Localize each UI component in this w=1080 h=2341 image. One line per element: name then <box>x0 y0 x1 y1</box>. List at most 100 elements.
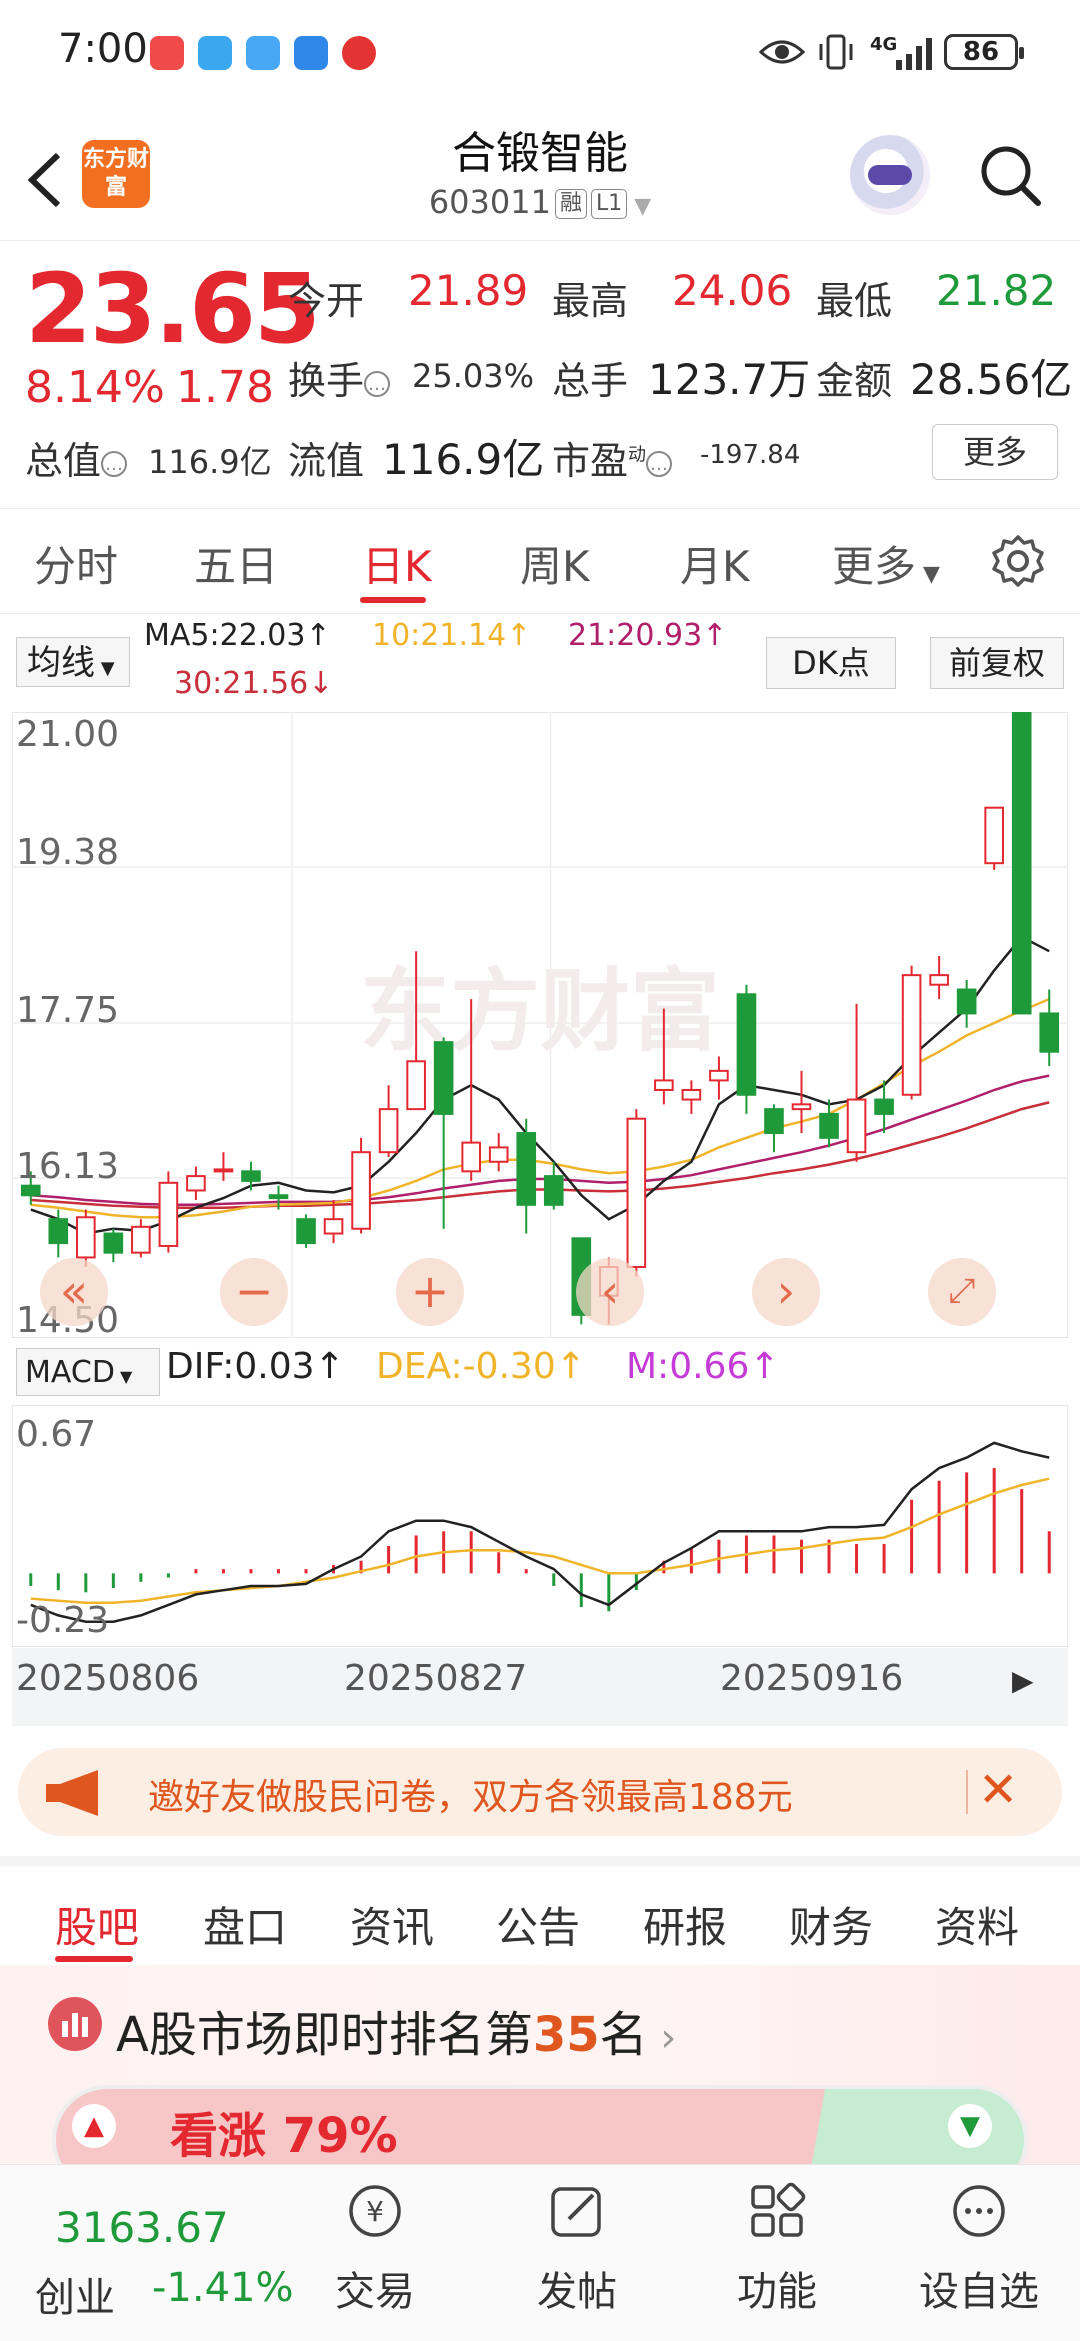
index-name[interactable]: 创业 <box>35 2265 115 2323</box>
period-tabs: 分时 五日 日K 周K 月K 更多 ▼ <box>0 508 1080 614</box>
info-icon[interactable]: … <box>364 371 391 397</box>
indicator-select[interactable]: 均线 ▼ <box>16 637 130 687</box>
chart-watermark: 东方财富 <box>360 959 720 1064</box>
volume-value: 123.7万 <box>648 355 811 404</box>
battery-indicator: 86 <box>944 34 1024 70</box>
candle-body <box>929 974 949 986</box>
tab-announcements[interactable]: 公告 <box>496 1894 580 1955</box>
close-icon[interactable]: ✕ <box>978 1762 1018 1818</box>
trade-yen-icon: ¥ <box>349 2185 401 2237</box>
macd-select[interactable]: MACD ▼ <box>16 1348 160 1396</box>
fullscreen-icon[interactable]: ⤢ <box>928 1258 996 1326</box>
info-icon[interactable]: … <box>101 451 128 477</box>
more-quote-button[interactable]: 更多 <box>932 424 1058 480</box>
macd-y-tick-bottom: -0.23 <box>16 1600 110 1641</box>
m-value: M:0.66↑ <box>626 1346 780 1387</box>
turnover-label: 换手… <box>288 350 391 405</box>
vibrate-icon <box>819 34 853 70</box>
ma21-value: 21:20.93↑ <box>568 618 728 653</box>
candle-body <box>819 1112 839 1139</box>
tab-order-book[interactable]: 盘口 <box>203 1894 287 1955</box>
candle-body <box>791 1103 812 1111</box>
ranking-card[interactable]: A股市场即时排名第35名 › <box>0 1965 1080 2195</box>
date-tick-2: 20250827 <box>344 1658 528 1699</box>
tab-monthly-k[interactable]: 月K <box>680 533 750 594</box>
candle-body <box>874 1098 894 1115</box>
active-tab-indicator <box>360 597 426 603</box>
promo-banner[interactable]: 邀好友做股民问卷，双方各领最高188元 ✕ <box>18 1748 1062 1836</box>
info-icon[interactable]: … <box>646 451 673 477</box>
macd-chart[interactable] <box>12 1405 1068 1647</box>
candle-body <box>461 1141 481 1173</box>
macd-select-label: MACD <box>25 1355 115 1390</box>
cloud-app-icon <box>198 36 232 70</box>
dk-point-button[interactable]: DK点 <box>766 637 896 689</box>
index-value[interactable]: 3163.67 <box>55 2203 229 2252</box>
candle-body <box>488 1146 509 1163</box>
ranking-number: 35 <box>532 2007 600 2063</box>
low-value: 21.82 <box>936 266 1057 315</box>
ranking-suffix: 名 <box>599 2007 648 2063</box>
content-tabs: 股吧 盘口 资讯 公告 研报 财务 资料 <box>0 1856 1080 1970</box>
bearish-arrow-icon[interactable]: ▼ <box>948 2104 992 2148</box>
candle-body <box>1011 712 1032 1015</box>
tab-intraday[interactable]: 分时 <box>34 533 118 594</box>
ma10-value: 10:21.14↑ <box>372 618 532 653</box>
tab-forum[interactable]: 股吧 <box>55 1894 139 1955</box>
robot-assistant-icon[interactable] <box>850 135 930 215</box>
candle-body <box>736 993 757 1096</box>
nav-add-watchlist-label: 设自选 <box>919 2269 1039 2315</box>
search-icon[interactable] <box>976 141 1042 207</box>
adjustment-button[interactable]: 前复权 <box>930 637 1064 689</box>
grid-icon <box>751 2182 806 2237</box>
mktcap-label: 总值… <box>25 430 128 485</box>
amount-label: 金额 <box>816 359 893 403</box>
gear-icon[interactable] <box>990 533 1046 589</box>
tab-five-day[interactable]: 五日 <box>194 533 278 594</box>
weather-sun-icon <box>294 36 328 70</box>
active-tab-indicator <box>55 1956 133 1962</box>
open-label: 今开 <box>288 279 365 323</box>
nav-post[interactable]: 发帖 <box>512 2181 642 2317</box>
caret-down-icon: ▼ <box>95 658 115 679</box>
stock-code: 603011 <box>428 183 551 221</box>
rewind-button[interactable]: « <box>40 1258 108 1326</box>
scroll-right-chart-button[interactable]: › <box>752 1258 820 1326</box>
index-change[interactable]: -1.41% <box>152 2265 294 2311</box>
tab-research[interactable]: 研报 <box>643 1894 727 1955</box>
candle-body <box>764 1108 784 1135</box>
caret-down-icon: ▼ <box>916 562 940 587</box>
nav-trade[interactable]: ¥ 交易 <box>310 2181 440 2317</box>
megaphone-icon <box>46 1770 98 1816</box>
tab-daily-k[interactable]: 日K <box>362 533 432 594</box>
candle-body <box>76 1216 96 1259</box>
ma30-value: 30:21.56↓ <box>174 666 334 701</box>
bullish-arrow-icon[interactable]: ▲ <box>72 2104 116 2148</box>
indicator-select-label: 均线 <box>27 643 95 683</box>
tab-weekly-k[interactable]: 周K <box>520 533 590 594</box>
nav-add-watchlist[interactable]: 设自选 <box>914 2181 1044 2317</box>
candle-body <box>846 1098 867 1154</box>
nav-post-label: 发帖 <box>537 2269 617 2315</box>
ma5-value: MA5:22.03↑ <box>144 618 331 653</box>
tab-news[interactable]: 资讯 <box>350 1894 434 1955</box>
tab-more-periods[interactable]: 更多 ▼ <box>832 533 940 594</box>
zoom-out-button[interactable]: − <box>220 1258 288 1326</box>
caret-down-icon: ▼ <box>114 1367 133 1386</box>
kline-chart[interactable]: 东方财富 <box>12 712 1068 1338</box>
zoom-in-button[interactable]: + <box>396 1258 464 1326</box>
tab-profile[interactable]: 资料 <box>935 1894 1019 1955</box>
candle-body <box>406 1060 426 1111</box>
candle-body <box>709 1069 729 1082</box>
nav-features-label: 功能 <box>737 2269 817 2315</box>
pe-value: -197.84 <box>700 440 801 470</box>
play-right-icon[interactable]: ▶ <box>1012 1664 1034 1697</box>
high-label: 最高 <box>552 279 629 323</box>
candle-body <box>543 1175 564 1206</box>
candle-body <box>323 1218 344 1235</box>
scroll-left-button[interactable]: ‹ <box>576 1258 644 1326</box>
float-cap-label: 流值 <box>288 439 365 483</box>
nav-features[interactable]: 功能 <box>712 2181 842 2317</box>
pe-superscript: 动 <box>628 444 647 466</box>
tab-financials[interactable]: 财务 <box>789 1894 873 1955</box>
